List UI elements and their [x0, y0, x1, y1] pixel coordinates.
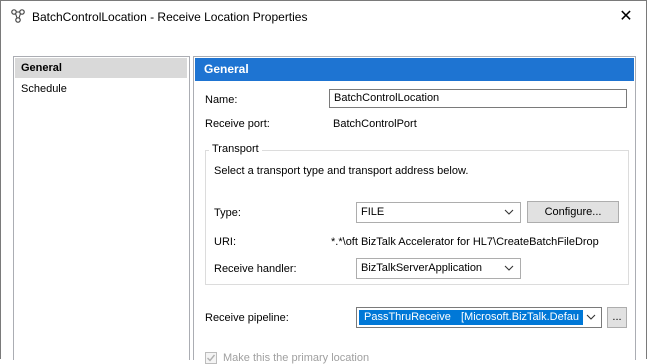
- receive-handler-select[interactable]: BizTalkServerApplication: [356, 258, 521, 279]
- chevron-down-icon: [586, 314, 596, 320]
- name-field[interactable]: BatchControlLocation: [329, 89, 627, 108]
- receive-port-label: Receive port:: [205, 118, 270, 130]
- transport-type-value: FILE: [361, 206, 385, 218]
- receive-port-value: BatchControlPort: [333, 118, 417, 130]
- panel-header: General: [195, 58, 634, 81]
- nav-item-label: General: [21, 62, 62, 74]
- primary-location-checkbox[interactable]: [205, 352, 217, 364]
- receive-handler-label: Receive handler:: [214, 263, 297, 275]
- receive-location-icon: [11, 9, 25, 23]
- pipeline-selected-value: PassThruReceive [Microsoft.BizTalk.Defau: [359, 310, 583, 325]
- checkmark-icon: [207, 354, 216, 362]
- chevron-down-icon: [504, 265, 514, 271]
- close-button[interactable]: ✕: [611, 5, 641, 29]
- type-label: Type:: [214, 207, 241, 219]
- configure-button[interactable]: Configure...: [527, 201, 619, 223]
- window-title: BatchControlLocation - Receive Location …: [32, 10, 308, 24]
- properties-dialog: BatchControlLocation - Receive Location …: [0, 0, 647, 364]
- pipeline-assembly: [Microsoft.BizTalk.Defau: [461, 311, 579, 323]
- primary-location-label: Make this the primary location: [223, 352, 370, 364]
- nav-item-general[interactable]: General: [15, 58, 187, 78]
- nav-item-label: Schedule: [21, 83, 67, 95]
- receive-pipeline-select[interactable]: PassThruReceive [Microsoft.BizTalk.Defau: [356, 307, 602, 328]
- nav-item-schedule[interactable]: Schedule: [15, 79, 187, 99]
- title-bar: BatchControlLocation - Receive Location …: [1, 1, 646, 33]
- uri-label: URI:: [214, 236, 236, 248]
- receive-handler-value: BizTalkServerApplication: [361, 262, 483, 274]
- pipeline-browse-button[interactable]: ...: [607, 307, 627, 328]
- receive-pipeline-label: Receive pipeline:: [205, 312, 289, 324]
- general-panel: General Name: BatchControlLocation Recei…: [193, 56, 636, 364]
- transport-description: Select a transport type and transport ad…: [214, 165, 469, 177]
- pipeline-name: PassThruReceive: [364, 311, 451, 323]
- page-list: General Schedule: [13, 56, 190, 360]
- close-icon: ✕: [619, 8, 633, 25]
- transport-type-select[interactable]: FILE: [356, 202, 521, 223]
- transport-group-title: Transport: [209, 143, 262, 155]
- name-label: Name:: [205, 94, 238, 106]
- chevron-down-icon: [504, 209, 514, 215]
- uri-value: oft BizTalk Accelerator for HL7\CreateBa…: [331, 236, 599, 248]
